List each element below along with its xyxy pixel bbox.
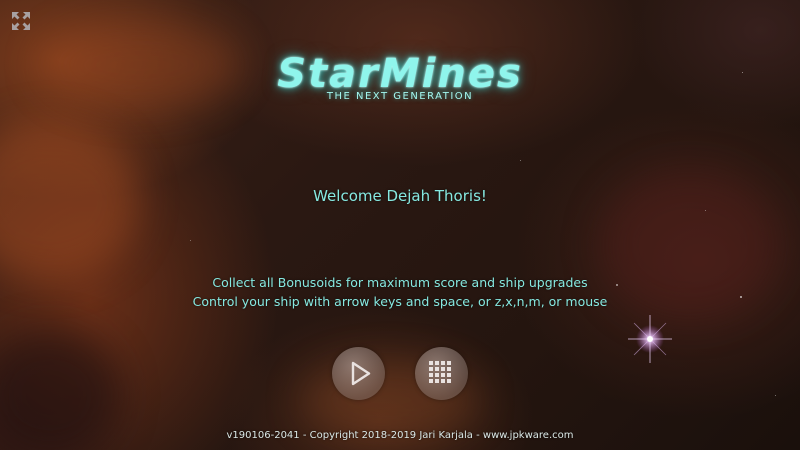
footer-copyright: v190106-2041 - Copyright 2018-2019 Jari …: [226, 430, 574, 441]
fullscreen-arrows-icon: [12, 12, 30, 30]
welcome-message: Welcome Dejah Thoris!: [313, 187, 487, 205]
star: [520, 160, 521, 161]
instruction-line: Collect all Bonusoids for maximum score …: [212, 275, 588, 290]
nebula-cloud: [40, 20, 240, 110]
star: [775, 395, 776, 396]
play-button[interactable]: [332, 347, 385, 400]
grid-dots-icon: [429, 361, 451, 383]
level-select-button[interactable]: [415, 347, 468, 400]
game-screen: StarMines THE NEXT GENERATION Welcome De…: [0, 0, 800, 450]
fullscreen-button[interactable]: [11, 11, 31, 31]
game-logo: StarMines THE NEXT GENERATION: [240, 52, 560, 108]
star: [190, 240, 191, 241]
star: [742, 72, 743, 73]
instruction-line: Control your ship with arrow keys and sp…: [192, 294, 608, 309]
star: [705, 210, 706, 211]
bright-star: [628, 315, 672, 363]
logo-subtitle: THE NEXT GENERATION: [326, 91, 474, 102]
logo-title: StarMines: [277, 51, 523, 97]
play-triangle-icon: [351, 361, 371, 386]
